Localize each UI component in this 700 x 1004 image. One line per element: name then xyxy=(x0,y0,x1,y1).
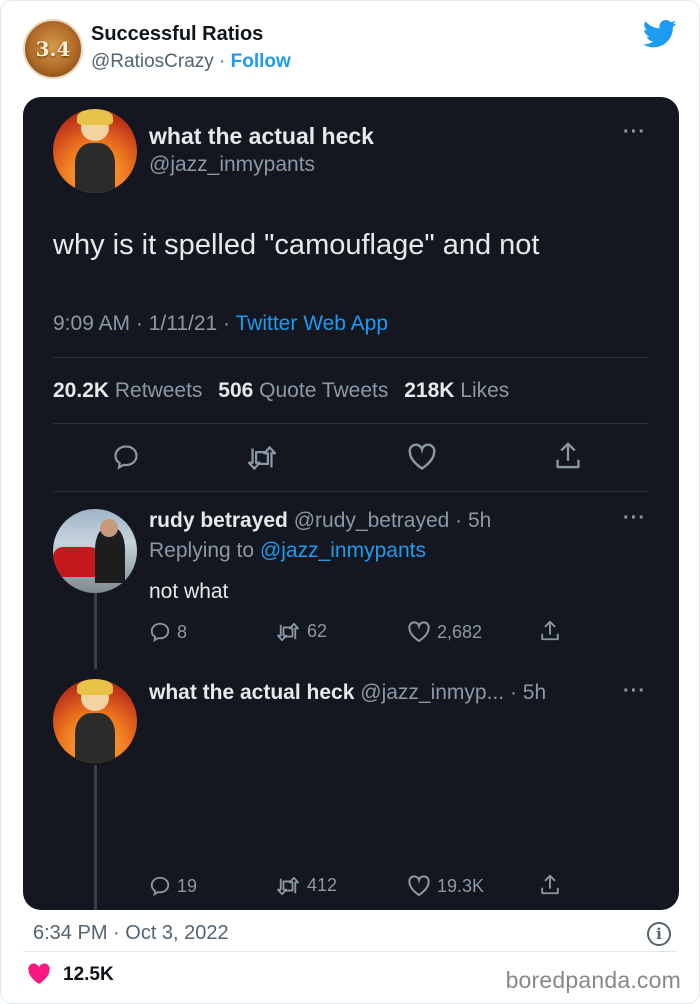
tweet-screenshot-image: what the actual heck @jazz_inmypants ···… xyxy=(23,97,679,910)
retweets-label: Retweets xyxy=(114,379,203,402)
main-share-icon xyxy=(553,440,583,472)
reply1-retweets: 62 xyxy=(307,621,328,641)
reply1-share-icon xyxy=(539,619,561,643)
main-tweet-stats: 20.2K Retweets 506 Quote Tweets 218K Lik… xyxy=(53,379,509,403)
main-tweet-avatar xyxy=(53,109,137,193)
replying-to-handle: @jazz_inmypants xyxy=(259,539,426,562)
reply2-name: what the actual heck xyxy=(149,681,355,704)
reply2-share-icon xyxy=(539,873,561,897)
reply-avatar-rudy xyxy=(53,509,137,593)
main-retweet-icon xyxy=(245,445,279,471)
reply2-like-action: 19.3K xyxy=(407,875,484,897)
tweet-timestamp[interactable]: 6:34 PM · Oct 3, 2022 xyxy=(33,922,229,945)
reply2-header: what the actual heck @jazz_inmyp... · 5h xyxy=(149,681,546,705)
reply1-replying: Replying to @jazz_inmypants xyxy=(149,539,426,563)
main-tweet-name: what the actual heck xyxy=(149,123,374,149)
divider xyxy=(53,423,649,424)
reply1-more-icon: ··· xyxy=(623,507,646,529)
reply1-like-action: 2,682 xyxy=(407,621,482,643)
author-handle[interactable]: @RatiosCrazy xyxy=(91,51,214,72)
reply2-likes: 19.3K xyxy=(437,875,485,896)
main-tweet-more-icon: ··· xyxy=(623,121,646,143)
reply2-reply-action: 19 xyxy=(149,875,197,897)
main-tweet-text: why is it spelled "camouflage" and not xyxy=(53,229,540,261)
reply1-handle-time: @rudy_betrayed · 5h xyxy=(293,509,492,532)
likes-count: 218K xyxy=(404,379,455,402)
reply2-retweet-action: 412 xyxy=(275,875,337,896)
reply1-text: not what xyxy=(149,580,229,603)
reply-avatar-jazz xyxy=(53,679,137,763)
thread-line xyxy=(94,591,97,669)
main-tweet-handle: @jazz_inmypants xyxy=(149,153,316,176)
reply1-replies: 8 xyxy=(177,621,188,642)
main-tweet-meta: 9:09 AM · 1/11/21 · Twitter Web App xyxy=(53,312,388,336)
like-count[interactable]: 12.5K xyxy=(63,964,114,986)
footer-divider xyxy=(23,951,677,952)
main-reply-icon xyxy=(111,443,141,471)
main-tweet-source: Twitter Web App xyxy=(235,312,389,335)
watermark: boredpanda.com xyxy=(505,967,681,993)
replying-label: Replying to xyxy=(149,539,255,562)
reply1-name: rudy betrayed xyxy=(149,509,288,532)
author-handle-row: @RatiosCrazy · Follow xyxy=(91,51,291,73)
thread-line xyxy=(94,765,97,910)
reply1-reply-action: 8 xyxy=(149,621,187,643)
twitter-bird-icon[interactable] xyxy=(643,19,677,49)
reply2-retweets: 412 xyxy=(307,875,338,895)
reply2-more-icon: ··· xyxy=(623,680,646,702)
tweet-embed: 3.4 Successful Ratios @RatiosCrazy · Fol… xyxy=(0,0,700,1004)
quotes-count: 506 xyxy=(218,379,254,402)
info-icon[interactable]: i xyxy=(647,922,671,946)
reply1-header: rudy betrayed @rudy_betrayed · 5h xyxy=(149,509,491,533)
author-avatar[interactable]: 3.4 xyxy=(23,19,83,79)
main-like-icon xyxy=(406,443,438,471)
like-heart-icon[interactable] xyxy=(27,963,51,985)
divider xyxy=(53,491,649,492)
retweets-count: 20.2K xyxy=(53,379,110,402)
divider xyxy=(53,357,649,358)
likes-label: Likes xyxy=(460,379,510,402)
quotes-label: Quote Tweets xyxy=(259,379,389,402)
separator: · xyxy=(219,51,226,72)
reply1-retweet-action: 62 xyxy=(275,621,327,642)
reply1-likes: 2,682 xyxy=(437,621,483,642)
reply2-replies: 19 xyxy=(177,875,198,896)
avatar-text: 3.4 xyxy=(35,37,71,61)
follow-button[interactable]: Follow xyxy=(231,51,291,72)
author-name[interactable]: Successful Ratios xyxy=(91,23,263,46)
main-tweet-time: 9:09 AM · 1/11/21 · xyxy=(53,312,231,335)
reply2-handle-time: @jazz_inmyp... · 5h xyxy=(360,681,547,704)
